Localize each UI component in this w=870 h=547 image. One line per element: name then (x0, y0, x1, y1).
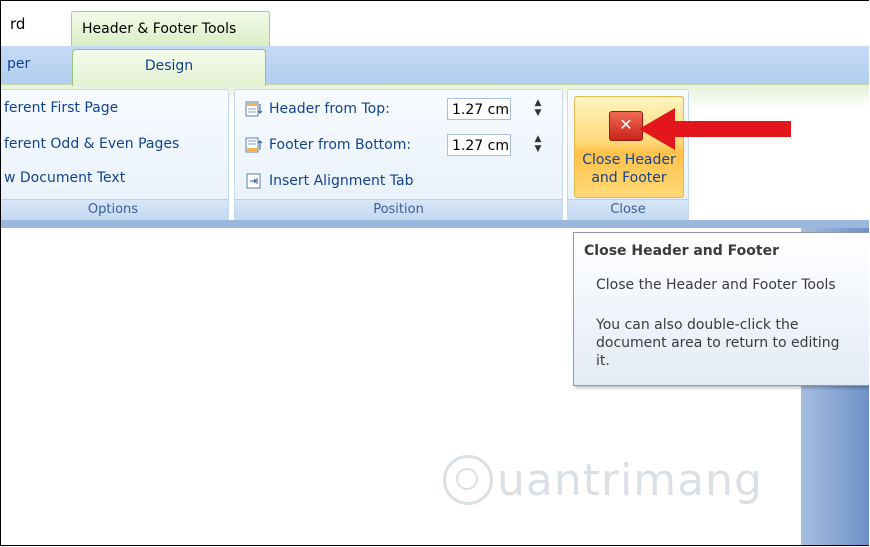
tooltip-title: Close Header and Footer (584, 243, 779, 259)
watermark-text: uantrimang (497, 454, 763, 506)
contextual-group-label: Header & Footer Tools (82, 21, 237, 37)
different-first-page-checkbox[interactable]: ferent First Page (4, 100, 118, 116)
header-from-top-label: Header from Top: (269, 101, 390, 117)
insert-alignment-tab-button[interactable]: Insert Alignment Tab (245, 170, 413, 192)
app-title: rd (10, 15, 26, 33)
close-group-label: Close (568, 199, 688, 220)
different-odd-even-checkbox[interactable]: ferent Odd & Even Pages (4, 136, 179, 152)
footer-from-bottom-input[interactable]: 1.27 cm (447, 134, 511, 156)
footer-from-bottom-label: Footer from Bottom: (269, 137, 412, 153)
footer-position-icon (245, 137, 263, 153)
tooltip-hint-line-3: it. (596, 353, 610, 369)
red-arrow-annotation (639, 108, 791, 150)
watermark-bulb-icon (443, 455, 493, 505)
insert-alignment-tab-label: Insert Alignment Tab (269, 173, 414, 189)
header-from-top-input[interactable]: 1.27 cm (447, 98, 511, 120)
tooltip-hint-line-2: document area to return to editing (596, 335, 840, 351)
close-button-label: Close Header and Footer (582, 152, 676, 186)
footer-spinner[interactable]: ▲ ▼ (531, 134, 545, 156)
app-window: rd Header & Footer Tools per Design fere… (0, 0, 869, 546)
options-group-label: Options (1, 199, 228, 220)
position-group: Header from Top: 1.27 cm ▲ ▼ Footer from … (234, 89, 563, 221)
watermark-logo: uantrimang (443, 450, 763, 510)
tooltip-description: Close the Header and Footer Tools (596, 277, 836, 293)
title-bar: rd Header & Footer Tools (1, 0, 869, 48)
tab-design[interactable]: Design (72, 49, 266, 86)
ribbon-tab-row: per Design (1, 46, 869, 86)
header-position-icon (245, 101, 263, 117)
show-document-text-checkbox[interactable]: w Document Text (4, 170, 125, 186)
tab-developer[interactable]: per (7, 56, 30, 72)
tooltip-hint-line-1: You can also double-click the (596, 317, 799, 333)
options-group: ferent First Page ferent Odd & Even Page… (1, 89, 229, 221)
close-header-footer-tooltip: Close Header and Footer Close the Header… (573, 232, 869, 386)
position-group-label: Position (235, 199, 562, 220)
document-top-band (1, 220, 869, 228)
header-from-top-row: Header from Top: (245, 98, 390, 120)
header-spinner[interactable]: ▲ ▼ (531, 98, 545, 120)
footer-from-bottom-row: Footer from Bottom: (245, 134, 411, 156)
contextual-tab-group: Header & Footer Tools (71, 11, 270, 48)
ribbon: ferent First Page ferent Odd & Even Page… (1, 84, 869, 221)
alignment-tab-icon (246, 173, 261, 189)
